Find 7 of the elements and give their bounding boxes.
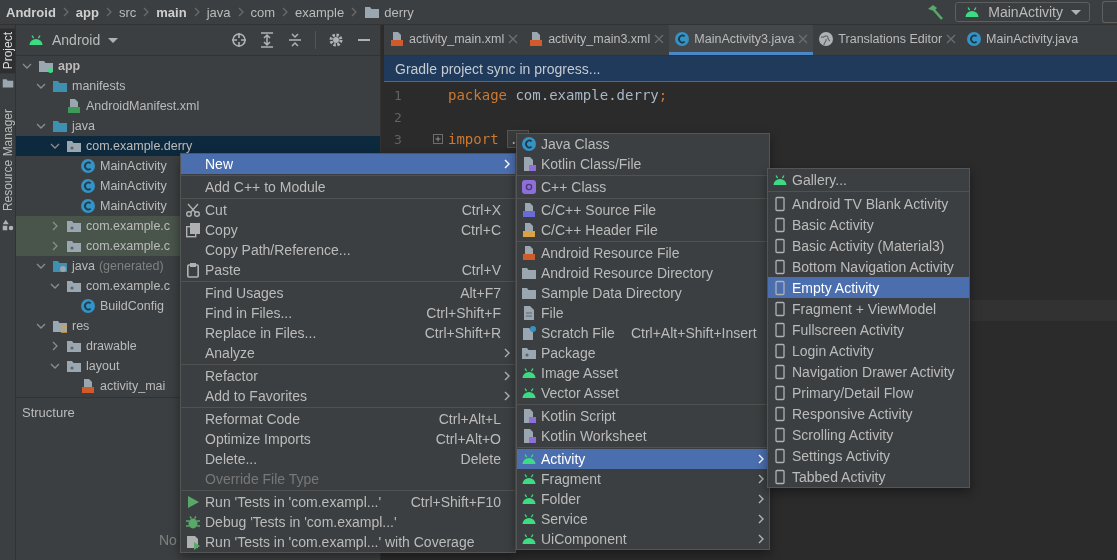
empty-message: No <box>159 532 177 548</box>
notification-banner: Gradle project sync in progress... <box>384 56 1117 82</box>
line-number: 3 <box>393 131 403 147</box>
line-number: 2 <box>393 109 403 125</box>
panel-title: Structure <box>22 405 75 420</box>
code-line: package com.example.derry; <box>448 87 668 103</box>
line-number: 1 <box>393 87 403 103</box>
